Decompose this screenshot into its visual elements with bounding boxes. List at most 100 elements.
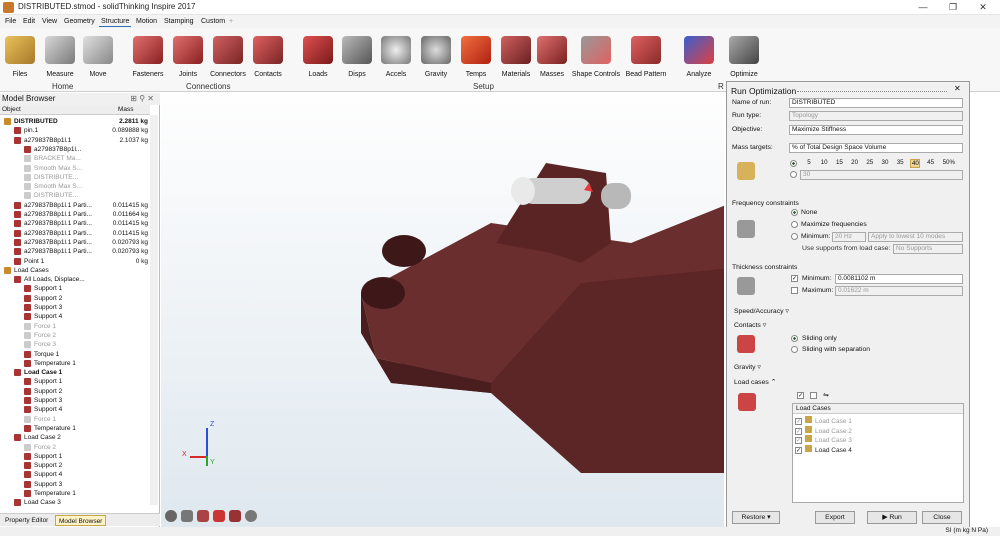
load-case-checkbox[interactable]: ✓ (795, 437, 802, 444)
tree-row[interactable]: Temperature 1 (0, 424, 150, 433)
gravity-tool[interactable]: Gravity (418, 36, 454, 88)
tree-row[interactable]: Support 1 (0, 452, 150, 461)
tree-row[interactable]: a279837B8p1l.1 Parti... 0.020793 kg (0, 238, 150, 247)
tree-row[interactable]: Point 1 0 kg (0, 257, 150, 266)
tree-row[interactable]: a279837B8p1l.1 2.1037 kg (0, 136, 150, 145)
tree-scrollbar[interactable] (150, 115, 158, 505)
mass-custom-input[interactable]: 30 (800, 170, 963, 180)
freq-apply-select[interactable]: Apply to lowest 10 modes (868, 232, 963, 242)
run-button[interactable]: ▶ Run (867, 511, 917, 524)
menu-geometry[interactable]: Geometry (62, 16, 97, 27)
thickness-max-checkbox[interactable] (791, 287, 798, 294)
analyze-tool[interactable]: Analyze (680, 36, 718, 88)
menu-edit[interactable]: Edit (21, 16, 37, 27)
load-case-item[interactable]: ✓ Load Case 2 (795, 425, 960, 435)
fasteners-tool[interactable]: Fasteners (130, 36, 166, 88)
thickness-min-input[interactable]: 0.0081102 m (835, 274, 963, 284)
part-model[interactable] (161, 93, 724, 527)
drag-handle[interactable] (797, 91, 947, 92)
tree-row[interactable]: All Loads, Displace... (0, 275, 150, 284)
tree-row[interactable]: Force 1 (0, 415, 150, 424)
tree-row[interactable]: Load Case 3 (0, 498, 150, 507)
masses-tool[interactable]: Masses (534, 36, 570, 88)
tree-row[interactable]: pin.1 0.089888 kg (0, 126, 150, 135)
run-type-select[interactable]: Topology (789, 111, 963, 121)
tree-row[interactable]: DISTRIBUTED 2.2811 kg (0, 117, 150, 126)
menu-motion[interactable]: Motion (134, 16, 159, 27)
mass-pct-button[interactable]: 15 (834, 159, 844, 166)
select-none-checkbox[interactable] (810, 392, 817, 399)
units-label[interactable]: SI (m kg N Pa) (945, 527, 988, 534)
mass-pct-radio[interactable] (790, 160, 797, 167)
tree-row[interactable]: a279837B8p1l.1 Parti... 0.011415 kg (0, 219, 150, 228)
contacts-tool[interactable]: Contacts (250, 36, 286, 88)
thickness-min-checkbox[interactable]: ✓ (791, 275, 798, 282)
objective-select[interactable]: Maximize Stiffness (789, 125, 963, 135)
col-mass[interactable]: Mass (118, 106, 134, 113)
add-tab-button[interactable]: + (227, 16, 235, 27)
mass-pct-button[interactable]: 20 (850, 159, 860, 166)
mass-pct-button[interactable]: 40 (910, 159, 921, 168)
tree-row[interactable]: Support 4 (0, 470, 150, 479)
tree-row[interactable]: BRACKET Ma... (0, 154, 150, 163)
load-case-checkbox[interactable]: ✓ (795, 446, 802, 454)
tree-row[interactable]: Smooth Max S... (0, 182, 150, 191)
mass-targets-select[interactable]: % of Total Design Space Volume (789, 143, 963, 153)
mass-pct-button[interactable]: 45 (926, 159, 936, 166)
view-icon-1[interactable] (165, 510, 177, 522)
restore-button[interactable]: Restore ▾ (732, 511, 780, 524)
close-window-button[interactable]: ✕ (968, 0, 998, 15)
restore-button[interactable]: ❐ (938, 0, 968, 15)
files-tool[interactable]: Files (2, 36, 38, 88)
bead-pattern-tool[interactable]: Bead Pattern (624, 36, 668, 88)
speed-accuracy-toggle[interactable]: Speed/Accuracy ▿ (734, 307, 789, 315)
tree-row[interactable]: Support 1 (0, 377, 150, 386)
mass-pct-button[interactable]: 5 (804, 159, 814, 166)
tree-row[interactable]: Torque 1 (0, 350, 150, 359)
measure-tool[interactable]: Measure (42, 36, 78, 88)
export-button[interactable]: Export (815, 511, 855, 524)
select-toggle-icon[interactable]: ⇋ (823, 391, 829, 399)
tree-row[interactable]: DISTRIBUTE... (0, 173, 150, 182)
tab-model-browser[interactable]: Model Browser (55, 515, 107, 526)
tree-row[interactable]: Support 3 (0, 303, 150, 312)
menu-file[interactable]: File (3, 16, 18, 27)
menu-custom[interactable]: Custom (199, 16, 227, 27)
tree-row[interactable]: Load Case 1 (0, 368, 150, 377)
col-object[interactable]: Object (2, 106, 21, 113)
load-case-item[interactable]: ✓ Load Case 3 (795, 435, 960, 444)
tree-row[interactable]: Force 2 (0, 331, 150, 340)
name-of-run-input[interactable]: DISTRIBUTED (789, 98, 963, 108)
tree-row[interactable]: a279837B8p1l... (0, 145, 150, 154)
temps-tool[interactable]: Temps (458, 36, 494, 88)
tree-row[interactable]: Support 2 (0, 387, 150, 396)
freq-minimum-radio[interactable] (791, 233, 798, 240)
load-case-item[interactable]: ✓ Load Case 4 (795, 444, 960, 454)
move-tool[interactable]: Move (80, 36, 116, 88)
tree-row[interactable]: Smooth Max S... (0, 164, 150, 173)
tree-row[interactable]: Support 2 (0, 294, 150, 303)
menu-stamping[interactable]: Stamping (162, 16, 196, 27)
view-icon-2[interactable] (181, 510, 193, 522)
joints-tool[interactable]: Joints (170, 36, 206, 88)
gravity-toggle[interactable]: Gravity ▿ (734, 363, 761, 371)
select-all-checkbox[interactable]: ✓ (797, 392, 804, 399)
menu-structure[interactable]: Structure (99, 16, 132, 27)
dialog-close-icon[interactable]: ✕ (954, 84, 961, 93)
menu-view[interactable]: View (40, 16, 59, 27)
view-icon-6[interactable] (245, 510, 257, 522)
freq-supports-select[interactable]: No Supports (893, 244, 963, 254)
tree-row[interactable]: Force 2 (0, 443, 150, 452)
contacts-sliding-radio[interactable] (791, 335, 798, 342)
tree-row[interactable]: a279837B8p1l.1 Parti... 0.020793 kg (0, 247, 150, 256)
minimize-button[interactable]: — (908, 0, 938, 15)
tree-row[interactable]: a279837B8p1l.1 Parti... 0.011664 kg (0, 210, 150, 219)
tab-property-editor[interactable]: Property Editor (2, 515, 51, 526)
materials-tool[interactable]: Materials (498, 36, 534, 88)
zoom-icon[interactable] (229, 510, 241, 522)
accels-tool[interactable]: Accels (378, 36, 414, 88)
mass-pct-button[interactable]: 50% (941, 159, 957, 166)
tree-row[interactable]: Support 1 (0, 284, 150, 293)
tree-row[interactable]: a279837B8p1l.1 Parti... 0.011415 kg (0, 229, 150, 238)
tree-row[interactable]: Load Cases (0, 266, 150, 275)
